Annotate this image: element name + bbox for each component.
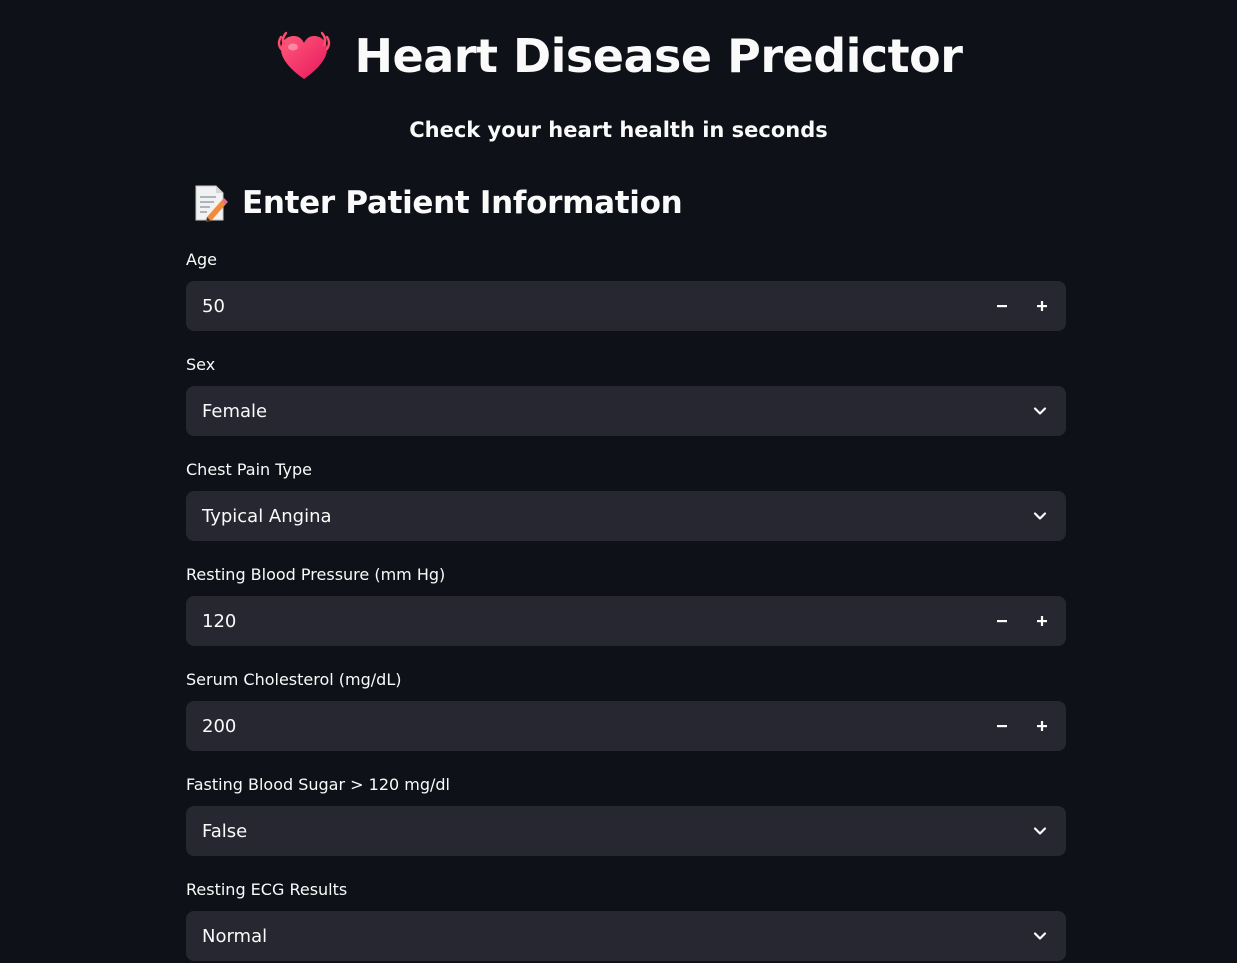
age-decrement-button[interactable] bbox=[982, 281, 1022, 331]
sex-label: Sex bbox=[186, 355, 216, 374]
cholesterol-field-group: Serum Cholesterol (mg/dL) 200 bbox=[186, 669, 1066, 751]
cholesterol-decrement-button[interactable] bbox=[982, 701, 1022, 751]
age-number-input[interactable]: 50 bbox=[186, 281, 1066, 331]
fasting-bs-selected-value: False bbox=[202, 820, 248, 842]
fasting-bs-label: Fasting Blood Sugar > 120 mg/dl bbox=[186, 775, 450, 794]
minus-icon bbox=[997, 725, 1007, 728]
resting-bp-decrement-button[interactable] bbox=[982, 596, 1022, 646]
sex-select[interactable]: Female bbox=[186, 386, 1066, 436]
age-increment-button[interactable] bbox=[1022, 281, 1062, 331]
resting-bp-number-input[interactable]: 120 bbox=[186, 596, 1066, 646]
plus-icon bbox=[1037, 721, 1047, 731]
chevron-down-icon[interactable] bbox=[1020, 386, 1060, 436]
sex-selected-value: Female bbox=[202, 400, 268, 422]
resting-ecg-select[interactable]: Normal bbox=[186, 911, 1066, 961]
minus-icon bbox=[997, 620, 1007, 623]
age-stepper bbox=[982, 281, 1062, 331]
cholesterol-increment-button[interactable] bbox=[1022, 701, 1062, 751]
chevron-down-icon[interactable] bbox=[1020, 911, 1060, 961]
chest-pain-selected-value: Typical Angina bbox=[202, 505, 332, 527]
resting-ecg-label: Resting ECG Results bbox=[186, 880, 348, 899]
section-header: Enter Patient Information bbox=[192, 183, 683, 223]
age-label: Age bbox=[186, 250, 217, 269]
resting-bp-value[interactable]: 120 bbox=[186, 611, 982, 632]
cholesterol-value[interactable]: 200 bbox=[186, 716, 982, 737]
app-page: Heart Disease Predictor Check your heart… bbox=[0, 0, 1237, 963]
chest-pain-label: Chest Pain Type bbox=[186, 460, 313, 479]
minus-icon bbox=[997, 305, 1007, 308]
cholesterol-number-input[interactable]: 200 bbox=[186, 701, 1066, 751]
resting-bp-field-group: Resting Blood Pressure (mm Hg) 120 bbox=[186, 564, 1066, 646]
chest-pain-field-group: Chest Pain Type Typical Angina bbox=[186, 459, 1066, 541]
cholesterol-stepper bbox=[982, 701, 1062, 751]
resting-ecg-selected-value: Normal bbox=[202, 925, 268, 947]
title-row: Heart Disease Predictor bbox=[0, 24, 1237, 88]
sex-field-group: Sex Female bbox=[186, 354, 1066, 436]
age-field-group: Age 50 bbox=[186, 249, 1066, 331]
plus-icon bbox=[1037, 616, 1047, 626]
cholesterol-label: Serum Cholesterol (mg/dL) bbox=[186, 670, 402, 689]
fasting-bs-select[interactable]: False bbox=[186, 806, 1066, 856]
age-value[interactable]: 50 bbox=[186, 296, 982, 317]
chevron-down-icon[interactable] bbox=[1020, 491, 1060, 541]
beating-heart-icon bbox=[277, 31, 330, 79]
resting-bp-stepper bbox=[982, 596, 1062, 646]
fasting-bs-field-group: Fasting Blood Sugar > 120 mg/dl False bbox=[186, 774, 1066, 856]
resting-bp-label: Resting Blood Pressure (mm Hg) bbox=[186, 565, 446, 584]
section-title: Enter Patient Information bbox=[242, 185, 683, 221]
resting-ecg-field-group: Resting ECG Results Normal bbox=[186, 879, 1066, 961]
memo-icon bbox=[195, 185, 228, 222]
chevron-down-icon[interactable] bbox=[1020, 806, 1060, 856]
page-title: Heart Disease Predictor bbox=[354, 29, 963, 83]
chest-pain-select[interactable]: Typical Angina bbox=[186, 491, 1066, 541]
page-subtitle: Check your heart health in seconds bbox=[409, 118, 828, 142]
plus-icon bbox=[1037, 301, 1047, 311]
resting-bp-increment-button[interactable] bbox=[1022, 596, 1062, 646]
